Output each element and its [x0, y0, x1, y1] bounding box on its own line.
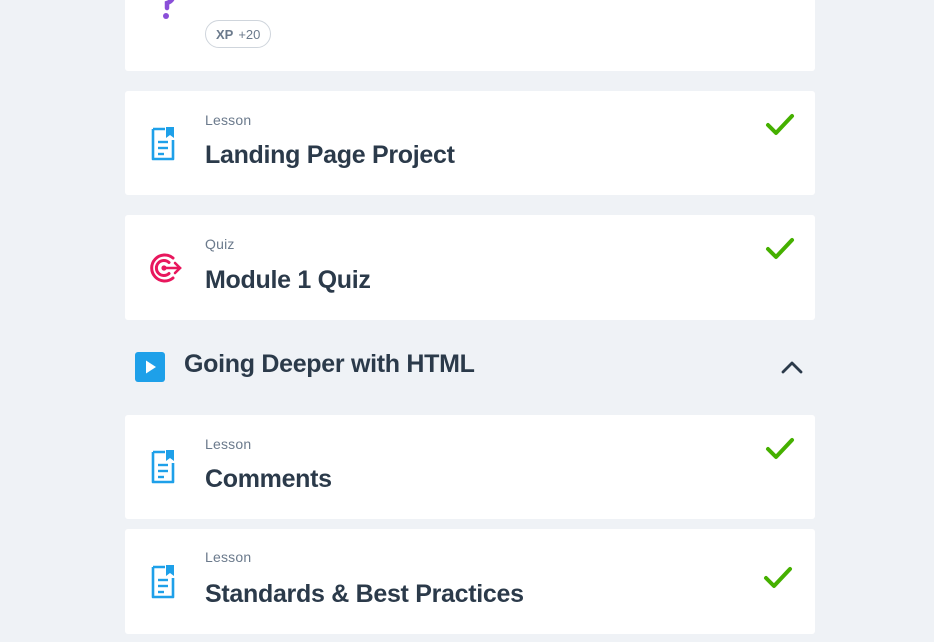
item-kind: Lesson [205, 436, 252, 452]
lesson-document-icon [149, 564, 181, 600]
xp-badge: XP +20 [205, 20, 272, 48]
item-kind: Lesson [205, 112, 252, 128]
chevron-up-icon[interactable] [779, 356, 805, 378]
completed-check-icon [765, 436, 795, 462]
xp-label: XP [216, 26, 234, 42]
completed-check-icon [765, 236, 795, 262]
lesson-document-icon [149, 126, 181, 162]
item-title[interactable]: Comments [205, 465, 332, 494]
section-header-going-deeper[interactable]: Going Deeper with HTML [125, 340, 815, 394]
section-title: Going Deeper with HTML [184, 350, 475, 378]
xp-value: +20 [238, 26, 261, 42]
item-title[interactable]: Standards & Best Practices [205, 580, 524, 609]
lesson-card-landing-page-project[interactable]: Lesson Landing Page Project [125, 91, 815, 195]
item-kind: Quiz [205, 236, 235, 252]
lesson-card-standards[interactable]: Lesson Standards & Best Practices [125, 529, 815, 634]
play-icon [135, 352, 165, 382]
course-outline: XP +20 Lesson Landing Page Project Quiz … [0, 0, 934, 642]
lesson-card-comments[interactable]: Lesson Comments [125, 415, 815, 519]
question-card[interactable]: XP +20 [125, 0, 815, 71]
question-mark-icon [153, 0, 179, 20]
quiz-card-module-1[interactable]: Quiz Module 1 Quiz [125, 215, 815, 320]
item-title[interactable]: Module 1 Quiz [205, 266, 371, 295]
item-kind: Lesson [205, 549, 252, 565]
lesson-document-icon [149, 449, 181, 485]
completed-check-icon [763, 565, 793, 591]
item-title[interactable]: Landing Page Project [205, 141, 455, 170]
completed-check-icon [765, 112, 795, 138]
quiz-target-icon [147, 250, 183, 286]
